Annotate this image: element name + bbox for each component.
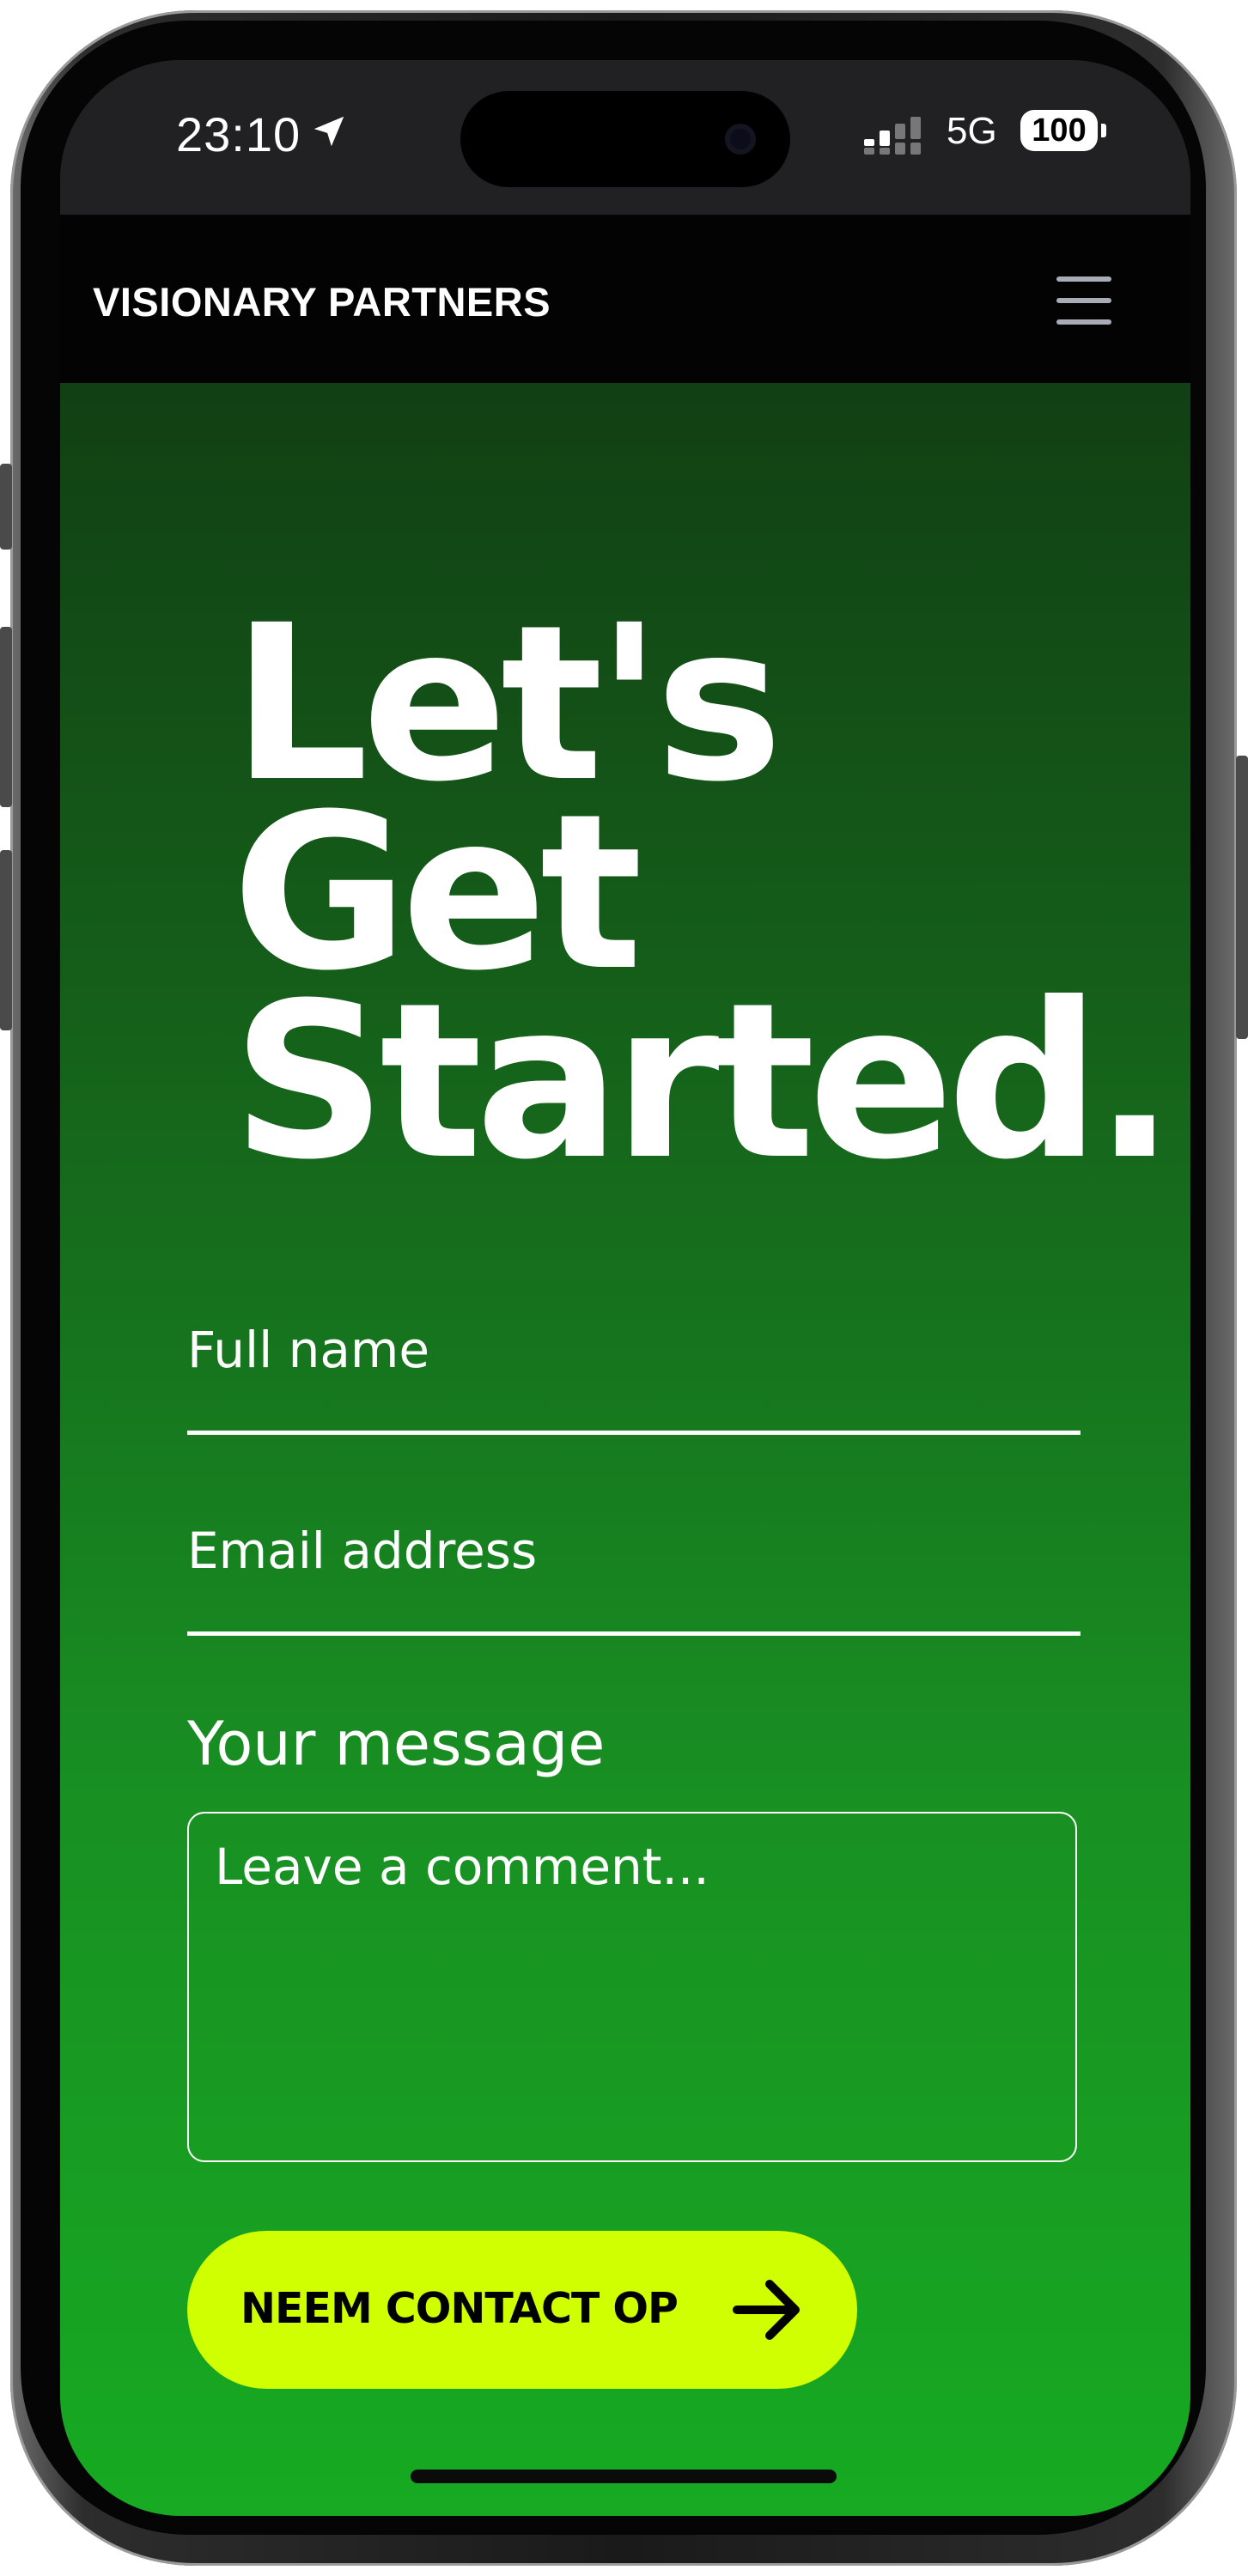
hamburger-menu-icon[interactable] <box>1056 276 1111 325</box>
volume-down-button <box>0 850 12 1030</box>
status-bar: 23:10 5G 100 <box>60 60 1190 215</box>
dynamic-island <box>460 91 790 187</box>
signal-icon <box>864 117 921 155</box>
full-name-underline <box>187 1431 1081 1435</box>
submit-button[interactable]: NEEM CONTACT OP <box>187 2231 857 2389</box>
battery-tip <box>1101 124 1106 137</box>
submit-button-label: NEEM CONTACT OP <box>240 2284 679 2333</box>
message-label: Your message <box>187 1709 606 1779</box>
battery-indicator: 100 <box>1020 110 1098 151</box>
arrow-right-icon <box>733 2280 800 2340</box>
message-textarea[interactable]: Leave a comment... <box>187 1812 1077 2162</box>
power-button <box>1236 756 1248 1039</box>
heading-line: Started. <box>232 957 1176 1206</box>
navbar: VISIONARY PARTNERS <box>60 215 1190 383</box>
volume-up-button <box>0 627 12 807</box>
camera-icon <box>725 124 756 155</box>
email-underline <box>187 1631 1081 1636</box>
location-arrow-icon <box>314 116 344 147</box>
home-indicator[interactable] <box>411 2470 837 2483</box>
message-placeholder: Leave a comment... <box>215 1838 709 1896</box>
status-time: 23:10 <box>176 107 301 161</box>
page-heading: Let's Get Started. <box>232 597 1176 1206</box>
full-name-field[interactable]: Full name <box>187 1321 429 1379</box>
email-field[interactable]: Email address <box>187 1522 537 1580</box>
screen: 23:10 5G 100 VISIONARY PARTNERS Let's Ge… <box>60 60 1190 2516</box>
network-type: 5G <box>947 110 997 152</box>
brand-logo-text[interactable]: VISIONARY PARTNERS <box>93 278 551 325</box>
action-button <box>0 464 12 550</box>
